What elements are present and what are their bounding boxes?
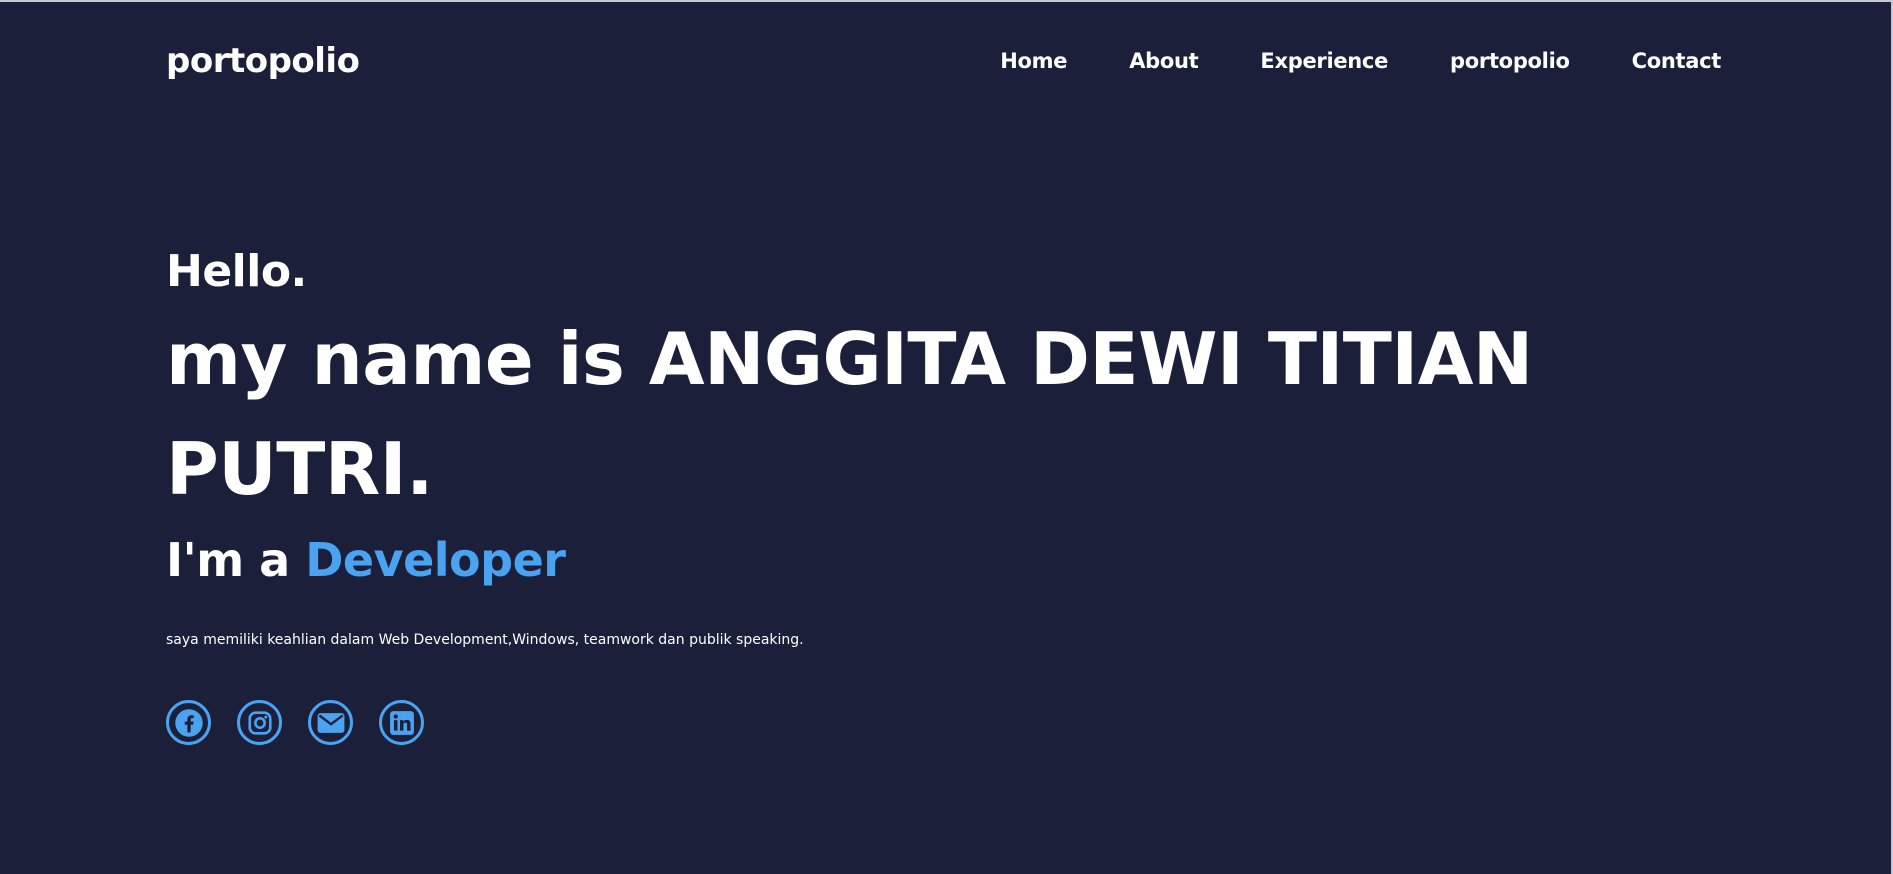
nav-link-about[interactable]: About bbox=[1129, 49, 1199, 73]
hero-name: my name is ANGGITA DEWI TITIAN PUTRI. bbox=[166, 317, 1533, 511]
facebook-icon bbox=[174, 708, 204, 738]
nav-item-home: Home bbox=[938, 49, 1067, 73]
nav-link-contact[interactable]: Contact bbox=[1632, 49, 1722, 73]
facebook-link[interactable] bbox=[166, 700, 211, 745]
social-links bbox=[166, 700, 1766, 745]
instagram-icon bbox=[247, 710, 273, 736]
nav-link-experience[interactable]: Experience bbox=[1260, 49, 1388, 73]
role-prefix: I'm a bbox=[166, 533, 306, 587]
nav-links: Home About Experience portopolio Contact bbox=[938, 49, 1721, 73]
instagram-link[interactable] bbox=[237, 700, 282, 745]
nav-link-portopolio[interactable]: portopolio bbox=[1450, 49, 1570, 73]
email-link[interactable] bbox=[308, 700, 353, 745]
hero-section: Hello. my name is ANGGITA DEWI TITIAN PU… bbox=[166, 242, 1766, 745]
linkedin-icon bbox=[389, 710, 415, 736]
nav-item-about: About bbox=[1067, 49, 1199, 73]
role-text: Developer bbox=[305, 533, 566, 587]
nav-item-experience: Experience bbox=[1198, 49, 1388, 73]
navbar: portopolio Home About Experience portopo… bbox=[166, 36, 1721, 86]
page: portopolio Home About Experience portopo… bbox=[0, 0, 1893, 874]
linkedin-link[interactable] bbox=[379, 700, 424, 745]
nav-item-contact: Contact bbox=[1570, 49, 1722, 73]
email-icon bbox=[317, 712, 345, 734]
hero-role-line: I'm a Developer bbox=[166, 530, 1766, 590]
hero-description: saya memiliki keahlian dalam Web Develop… bbox=[166, 632, 804, 648]
nav-item-portopolio: portopolio bbox=[1388, 49, 1570, 73]
nav-link-home[interactable]: Home bbox=[1000, 49, 1067, 73]
brand-logo-link[interactable]: portopolio bbox=[166, 41, 360, 81]
hero-greeting: Hello. bbox=[166, 246, 307, 297]
